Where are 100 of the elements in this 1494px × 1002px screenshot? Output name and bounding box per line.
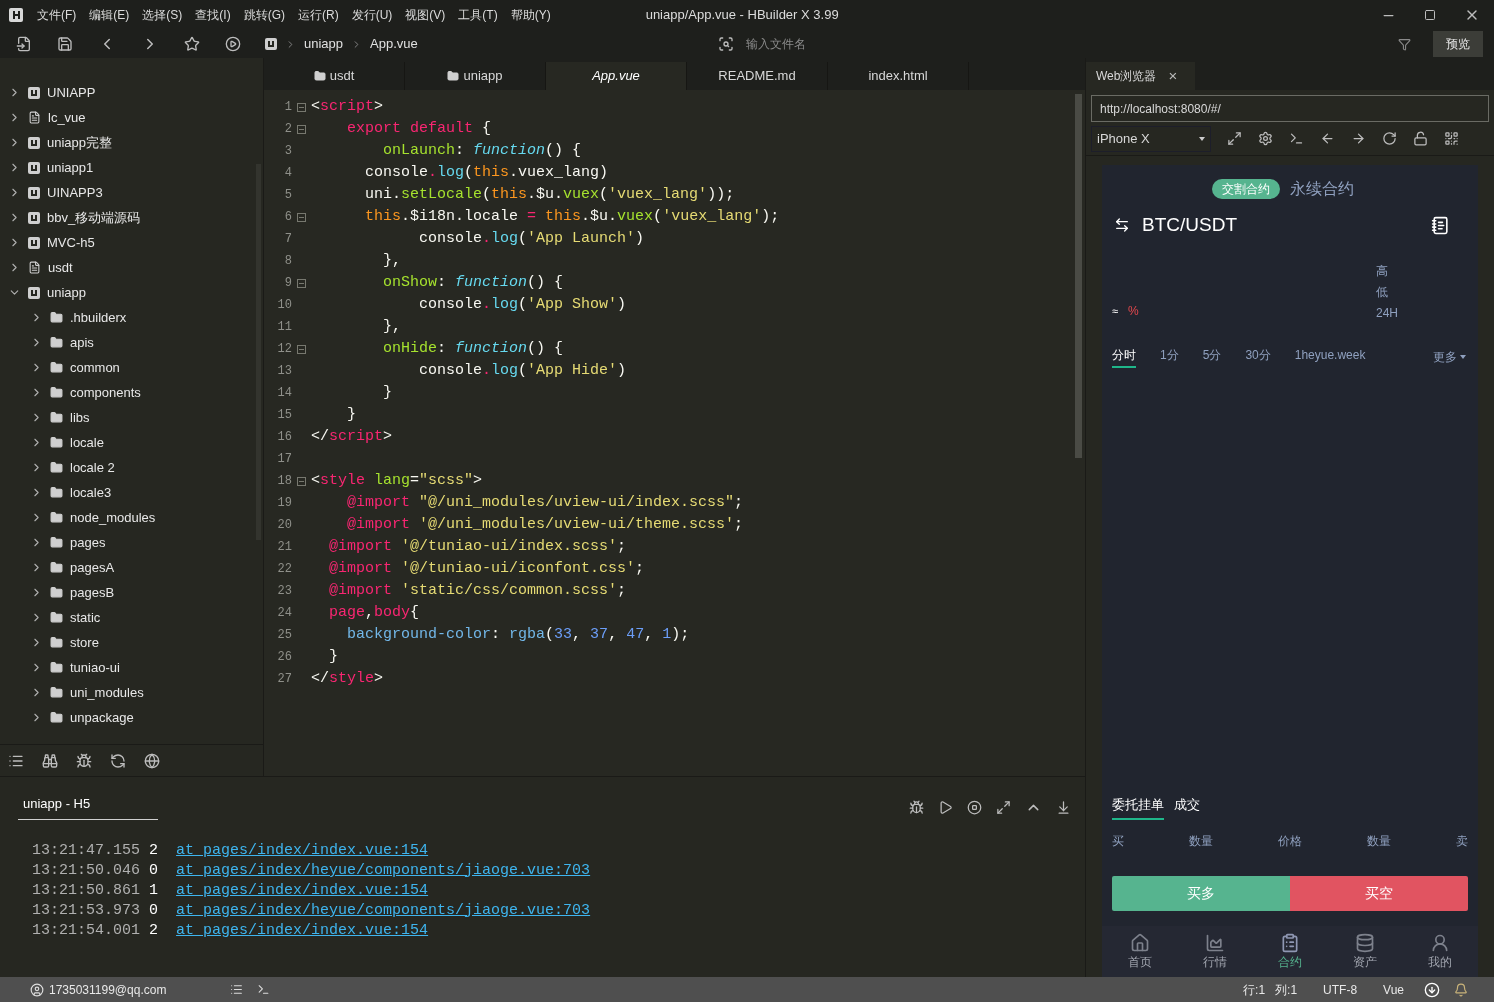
language-mode[interactable]: Vue [1383, 980, 1404, 999]
run-icon[interactable] [225, 36, 241, 52]
menu-item[interactable]: 视图(V) [405, 6, 446, 24]
preview-button[interactable]: 预览 [1432, 31, 1483, 57]
nav-item[interactable]: 首页 [1127, 932, 1152, 971]
period-tab[interactable]: 1分 [1160, 345, 1179, 368]
reload-icon[interactable] [1382, 131, 1397, 146]
url-field[interactable]: http://localhost:8080/#/ [1091, 95, 1489, 122]
save-icon[interactable] [57, 36, 73, 52]
terminal-icon[interactable] [257, 983, 271, 996]
order-tab[interactable]: 成交 [1174, 794, 1200, 820]
fold-icon[interactable] [297, 278, 306, 288]
fold-icon[interactable] [297, 212, 306, 222]
tree-item[interactable]: libs [0, 405, 263, 430]
file-icon[interactable] [16, 36, 32, 52]
buy-short-button[interactable]: 买空 [1290, 876, 1468, 911]
file-search-field[interactable]: 输入文件名 [745, 35, 1146, 53]
tree-item[interactable]: pagesB [0, 580, 263, 605]
contract-tab[interactable]: 永续合约 [1290, 177, 1354, 201]
tree-item[interactable]: UNIAPP [0, 80, 263, 105]
order-tab[interactable]: 委托挂单 [1112, 794, 1164, 820]
fold-icon[interactable] [297, 124, 306, 134]
tree-item[interactable]: pages [0, 530, 263, 555]
bug-icon[interactable] [909, 799, 924, 815]
editor-tab[interactable]: App.vue [546, 62, 687, 90]
stop-icon[interactable] [967, 799, 982, 815]
tree-item[interactable]: unpackage [0, 705, 263, 730]
tree-item[interactable]: bbv_移动端源码 [0, 205, 263, 230]
tree-item[interactable]: common [0, 355, 263, 380]
tree-item[interactable]: node_modules [0, 505, 263, 530]
settings-icon[interactable] [1258, 131, 1273, 146]
period-tab[interactable]: 5分 [1202, 345, 1222, 368]
tree-item[interactable]: uniapp完整 [0, 130, 263, 155]
lock-icon[interactable] [1413, 131, 1428, 146]
line-number: 9 [283, 275, 292, 292]
menu-item[interactable]: 发行(U) [351, 6, 393, 24]
fold-icon[interactable] [297, 344, 306, 354]
nav-item[interactable]: 合约 [1277, 932, 1302, 971]
tree-item[interactable]: usdt [0, 255, 263, 280]
back-icon[interactable] [1320, 131, 1335, 146]
run-icon[interactable] [938, 799, 953, 815]
export-icon[interactable] [996, 799, 1011, 815]
tree-item[interactable]: uni_modules [0, 680, 263, 705]
device-select[interactable]: iPhone X [1091, 125, 1211, 152]
binoculars-icon[interactable] [42, 752, 58, 769]
tree-item[interactable]: .hbuilderx [0, 305, 263, 330]
more-dropdown[interactable]: 更多 [1433, 347, 1466, 366]
browser-tab[interactable]: Web浏览器 × [1086, 62, 1195, 90]
close-tab-button[interactable]: × [1168, 64, 1178, 88]
bell-icon[interactable] [1454, 982, 1468, 997]
menu-item[interactable]: 跳转(G) [243, 6, 285, 24]
download-icon[interactable] [1424, 981, 1440, 998]
maximize-icon[interactable] [1424, 9, 1436, 21]
tree-item[interactable]: static [0, 605, 263, 630]
nav-item[interactable]: 行情 [1202, 932, 1227, 971]
line-number: 25 [276, 627, 292, 644]
encoding[interactable]: UTF-8 [1323, 980, 1358, 999]
notes-icon[interactable] [1431, 215, 1450, 235]
tree-item[interactable]: locale [0, 430, 263, 455]
menu-item[interactable]: 工具(T) [458, 6, 498, 24]
terminal-icon[interactable] [1289, 131, 1304, 146]
tree-item[interactable]: components [0, 380, 263, 405]
menu-item[interactable]: 选择(S) [142, 6, 183, 24]
menu-item[interactable]: 文件(F) [37, 6, 77, 24]
tree-item[interactable]: locale3 [0, 480, 263, 505]
period-tab[interactable]: 1heyue.week [1294, 345, 1366, 368]
fold-icon[interactable] [297, 476, 306, 486]
period-tab[interactable]: 30分 [1245, 345, 1271, 368]
console-tab[interactable]: uniapp - H5 [18, 793, 158, 821]
fold-icon[interactable] [297, 102, 306, 112]
tree-item[interactable]: lc_vue [0, 105, 263, 130]
tree-item[interactable]: UINAPP3 [0, 180, 263, 205]
nav-item[interactable]: 我的 [1428, 932, 1453, 971]
star-icon[interactable] [184, 36, 200, 52]
tree-item[interactable]: locale 2 [0, 455, 263, 480]
tree-item[interactable]: pagesA [0, 555, 263, 580]
period-tab[interactable]: 分时 [1112, 345, 1136, 368]
tree-item[interactable]: uniapp [0, 280, 263, 305]
menu-item[interactable]: 编辑(E) [89, 6, 130, 24]
resize-icon[interactable] [1227, 131, 1242, 146]
scrollbar[interactable] [1075, 94, 1082, 458]
refresh-icon[interactable] [110, 752, 126, 769]
menu-item[interactable]: 运行(R) [298, 6, 339, 24]
nav-item[interactable]: 资产 [1353, 932, 1378, 971]
breadcrumb-item[interactable]: uniapp [304, 34, 344, 54]
qr-code-icon[interactable] [1444, 131, 1459, 146]
tree-item[interactable]: tuniao-ui [0, 655, 263, 680]
bug-icon[interactable] [76, 752, 92, 769]
menu-item[interactable]: 帮助(Y) [510, 6, 551, 24]
tree-item[interactable]: uniapp1 [0, 155, 263, 180]
filter-icon[interactable] [1397, 37, 1411, 51]
tree-item[interactable]: store [0, 630, 263, 655]
breadcrumb-item[interactable]: App.vue [370, 34, 418, 54]
tree-item[interactable]: MVC-h5 [0, 230, 263, 255]
globe-icon[interactable] [144, 752, 160, 769]
forward-icon[interactable] [1351, 131, 1366, 146]
menu-item[interactable]: 查找(I) [195, 6, 231, 24]
list-icon[interactable] [230, 983, 244, 996]
tree-item[interactable]: apis [0, 330, 263, 355]
swap-icon[interactable] [1114, 217, 1130, 234]
